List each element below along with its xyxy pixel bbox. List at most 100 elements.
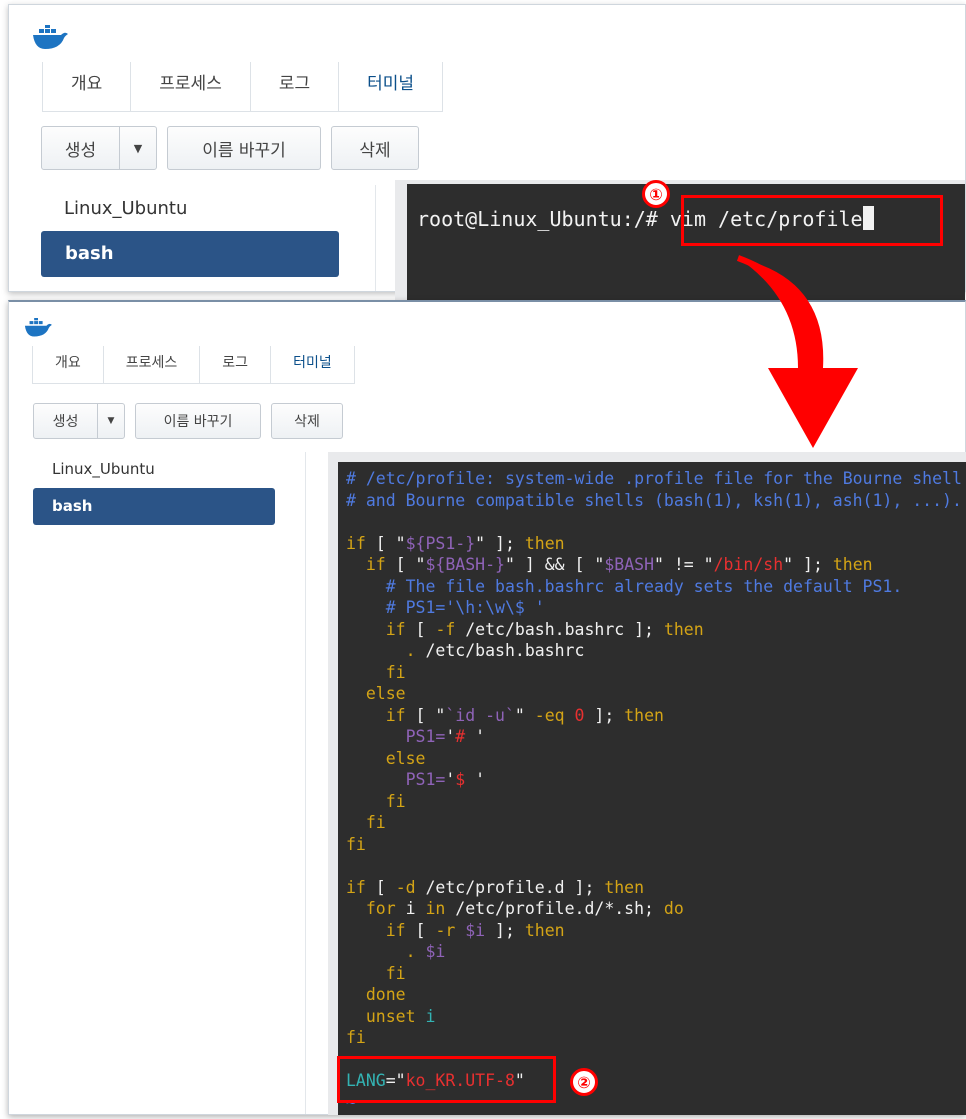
code-token: " ]; bbox=[475, 533, 525, 553]
code-token: then bbox=[524, 920, 565, 940]
code-token: i bbox=[395, 899, 426, 918]
rename-button[interactable]: 이름 바꾸기 bbox=[135, 403, 261, 439]
code-token: for bbox=[365, 899, 396, 918]
code-token: . bbox=[405, 942, 416, 961]
code-token: fi bbox=[385, 662, 406, 682]
code-line: # The file bash.bashrc already sets the … bbox=[346, 576, 966, 598]
code-token: do bbox=[663, 899, 684, 918]
create-split-button: 생성 ▼ bbox=[33, 403, 125, 439]
code-token: $BASH bbox=[604, 555, 654, 574]
code-token: # PS1='\h:\w\$ ' bbox=[346, 598, 545, 617]
code-token: # /etc/profile: system-wide .profile fil… bbox=[346, 469, 962, 488]
code-token: -r bbox=[435, 920, 456, 940]
code-token: /etc/profile.d/*.sh; bbox=[445, 899, 664, 918]
step2-badge: ② bbox=[570, 1068, 598, 1096]
sidebar-divider bbox=[305, 452, 306, 1114]
tab-bar: 개요 프로세스 로그 터미널 bbox=[42, 62, 444, 112]
code-token: " ] && [ " bbox=[504, 555, 605, 574]
code-token: [ bbox=[365, 877, 396, 897]
code-line: fi bbox=[346, 812, 966, 834]
code-token: " ]; bbox=[783, 555, 833, 574]
create-button[interactable]: 생성 bbox=[42, 127, 120, 169]
code-line: if [ "`id -u`" -eq 0 ]; then bbox=[346, 705, 966, 727]
code-token: then bbox=[663, 619, 704, 639]
code-line: else bbox=[346, 748, 966, 770]
tab-overview[interactable]: 개요 bbox=[42, 62, 132, 111]
code-token: then bbox=[524, 533, 565, 553]
tab-terminal[interactable]: 터미널 bbox=[339, 62, 444, 111]
toolbar: 생성 ▼ 이름 바꾸기 삭제 bbox=[41, 126, 419, 170]
tab-process[interactable]: 프로세스 bbox=[131, 62, 251, 111]
code-line: for i in /etc/profile.d/*.sh; do bbox=[346, 898, 966, 920]
code-token: if bbox=[385, 705, 406, 725]
code-token: in bbox=[425, 899, 446, 918]
code-line: if [ -f /etc/bash.bashrc ]; then bbox=[346, 619, 966, 641]
code-token: $i bbox=[465, 920, 486, 940]
code-token: if bbox=[385, 619, 406, 639]
create-button[interactable]: 생성 bbox=[34, 404, 98, 438]
delete-button[interactable]: 삭제 bbox=[271, 403, 343, 439]
code-token: if bbox=[346, 877, 366, 897]
code-line: done bbox=[346, 984, 966, 1006]
create-dropdown-caret-icon[interactable]: ▼ bbox=[120, 127, 156, 169]
code-token: [ " bbox=[405, 705, 446, 725]
create-dropdown-caret-icon[interactable]: ▼ bbox=[98, 404, 124, 438]
code-token: 0 bbox=[574, 705, 585, 725]
code-token: [ bbox=[405, 920, 436, 940]
code-token: ' bbox=[475, 770, 486, 789]
rename-button[interactable]: 이름 바꾸기 bbox=[167, 126, 321, 170]
code-token: if bbox=[346, 533, 366, 553]
tab-log[interactable]: 로그 bbox=[251, 62, 340, 111]
code-line: fi bbox=[346, 791, 966, 813]
code-token: -f bbox=[435, 619, 456, 639]
code-line: fi bbox=[346, 963, 966, 985]
create-split-button: 생성 ▼ bbox=[41, 126, 157, 170]
terminal-bottom-vim[interactable]: # /etc/profile: system-wide .profile fil… bbox=[328, 452, 966, 1115]
code-token: $i bbox=[425, 942, 446, 961]
delete-button[interactable]: 삭제 bbox=[331, 126, 419, 170]
code-token: fi bbox=[365, 813, 386, 832]
code-token: else bbox=[365, 684, 406, 703]
sidebar-item-linux-ubuntu[interactable]: Linux_Ubuntu bbox=[52, 460, 155, 478]
tab-terminal[interactable]: 터미널 bbox=[271, 346, 355, 383]
code-line: if [ "${PS1-}" ]; then bbox=[346, 533, 966, 555]
code-line: if [ "${BASH-}" ] && [ "$BASH" != "/bin/… bbox=[346, 554, 966, 576]
code-line: PS1='# ' bbox=[346, 726, 966, 748]
code-token: /bin/sh bbox=[713, 555, 784, 574]
code-token: if bbox=[365, 555, 386, 574]
code-token: then bbox=[832, 555, 873, 574]
code-line: fi bbox=[346, 1027, 966, 1049]
code-token: ]; bbox=[485, 920, 525, 940]
tab-log[interactable]: 로그 bbox=[200, 346, 272, 383]
tab-process[interactable]: 프로세스 bbox=[104, 346, 201, 383]
sidebar-item-linux-ubuntu[interactable]: Linux_Ubuntu bbox=[64, 198, 187, 219]
tab-overview[interactable]: 개요 bbox=[32, 346, 104, 383]
code-token: fi bbox=[385, 791, 406, 811]
code-token: i bbox=[425, 1006, 436, 1026]
code-line: PS1='$ ' bbox=[346, 769, 966, 791]
sidebar-item-bash[interactable]: bash bbox=[41, 231, 339, 277]
code-token: ' bbox=[445, 727, 456, 746]
code-token: if bbox=[385, 920, 406, 940]
code-token: ${BASH-} bbox=[425, 555, 505, 574]
red-curved-arrow-icon bbox=[728, 248, 878, 462]
code-token: # and Bourne compatible shells (bash(1),… bbox=[346, 490, 962, 510]
code-token: . bbox=[405, 641, 416, 660]
sidebar-item-bash[interactable]: bash bbox=[33, 488, 275, 525]
code-token: ' bbox=[475, 727, 486, 746]
